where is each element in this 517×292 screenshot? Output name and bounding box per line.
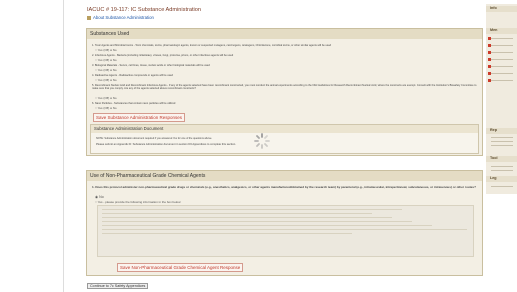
left-border bbox=[63, 0, 64, 292]
question-2: 2. Infectious Agents - Bacteria (includi… bbox=[92, 54, 234, 57]
right-heading-legend: Leg bbox=[486, 176, 517, 182]
option-no: No bbox=[112, 48, 117, 52]
about-link[interactable]: About Substance Administration bbox=[87, 15, 154, 20]
save-chemical-button[interactable]: Save Non-Pharmaceutical Grade Chemical A… bbox=[117, 263, 244, 272]
chemical-heading: Use of Non-Pharmaceutical Grade Chemical… bbox=[87, 171, 482, 181]
question-4: 4. Radioactive Agents - Radioactive comp… bbox=[92, 74, 173, 77]
page-title: IACUC # 19-117: IC Substance Administrat… bbox=[87, 7, 202, 13]
question-5-options[interactable]: ○ Yes (Off) ● No bbox=[95, 96, 117, 100]
right-heading-tools: Tool bbox=[486, 156, 517, 162]
option-yes: Yes (Off) bbox=[97, 58, 110, 62]
option-no: No bbox=[112, 58, 117, 62]
option-no: No bbox=[112, 78, 117, 82]
document-heading: Substance Administration Document bbox=[91, 125, 478, 133]
option-no: No bbox=[112, 106, 117, 110]
right-side-panel: Info Men Rep Tool Leg bbox=[486, 4, 517, 194]
help-icon bbox=[87, 15, 91, 20]
answer-no-label: No bbox=[99, 195, 104, 199]
save-substance-button[interactable]: Save Substance Administration Responses bbox=[93, 113, 186, 122]
option-yes: Yes (Off) bbox=[97, 78, 110, 82]
substances-heading: Substances Used bbox=[87, 29, 482, 39]
answer-no-option[interactable]: ◉ No bbox=[95, 195, 104, 199]
question-3-options[interactable]: ○ Yes (Off) ● No bbox=[95, 68, 117, 72]
option-yes: Yes (Off) bbox=[97, 48, 110, 52]
right-heading-menu: Men bbox=[486, 28, 517, 34]
option-yes: Yes (Off) bbox=[97, 96, 110, 100]
about-link-label: About Substance Administration bbox=[93, 15, 154, 20]
right-heading-info: Info bbox=[486, 6, 517, 12]
answer-yes-option[interactable]: ○ Yes - please provide the following inf… bbox=[95, 200, 181, 204]
option-no: No bbox=[112, 68, 117, 72]
substances-panel: Substances Used 1. Toxic Agents and Micr… bbox=[86, 28, 483, 156]
question-6-options[interactable]: ○ Yes (Off) ● No bbox=[95, 106, 117, 110]
question-1-options[interactable]: ○ Yes (Off) ● No bbox=[95, 48, 117, 52]
option-no: No bbox=[112, 96, 117, 100]
question-6: 6. Nano Particles - Substances that cont… bbox=[92, 102, 176, 105]
chemical-panel: Use of Non-Pharmaceutical Grade Chemical… bbox=[86, 170, 483, 276]
question-4-options[interactable]: ○ Yes (Off) ● No bbox=[95, 78, 117, 82]
question-2-options[interactable]: ○ Yes (Off) ● No bbox=[95, 58, 117, 62]
question-3: 3. Biological Materials - Serum, cell li… bbox=[92, 64, 210, 67]
question-1: 1. Toxic Agents and Microbial toxins - T… bbox=[92, 44, 332, 47]
option-yes: Yes (Off) bbox=[97, 106, 110, 110]
option-yes: Yes (Off) bbox=[97, 68, 110, 72]
continue-button[interactable]: Continue to 7c Safety Appendices bbox=[87, 283, 149, 289]
right-heading-reports: Rep bbox=[486, 128, 517, 134]
answer-yes-label: Yes - please provide the following infor… bbox=[97, 200, 182, 204]
document-instruction: Please submit an Appendix D: Substance A… bbox=[96, 143, 236, 146]
chemical-question: 1. Does this protocol administer non-pha… bbox=[92, 185, 476, 189]
question-5: 5. Recombinant Nucleic Acid and Recombin… bbox=[92, 84, 477, 91]
document-panel: Substance Administration Document NOTE: … bbox=[90, 124, 479, 154]
loading-spinner-icon bbox=[254, 133, 270, 149]
document-note: NOTE: Substance Administration document … bbox=[96, 137, 213, 140]
disabled-details-box bbox=[97, 205, 474, 257]
